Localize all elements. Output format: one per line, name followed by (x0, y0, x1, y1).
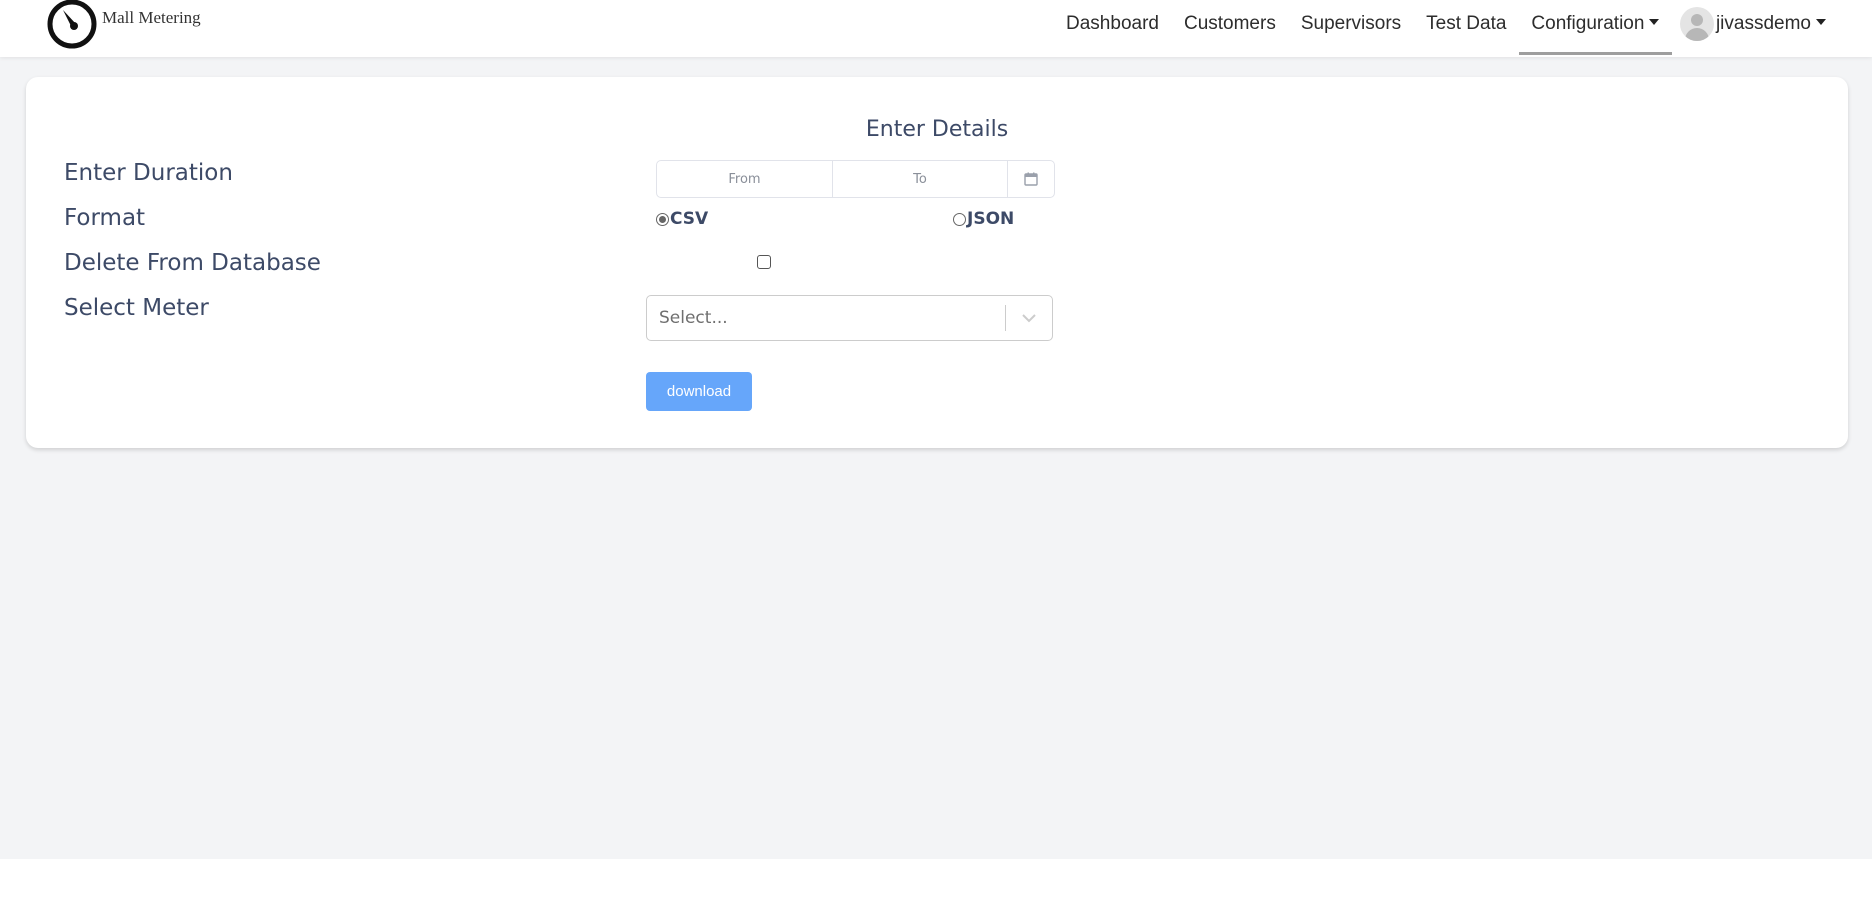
nav-customers[interactable]: Customers (1171, 0, 1288, 57)
format-json-label: JSON (967, 209, 1015, 229)
footer (0, 859, 1872, 897)
form-title: Enter Details (865, 117, 1009, 142)
main-nav: Dashboard Customers Supervisors Test Dat… (1054, 0, 1872, 57)
brand-name: Mall Metering (102, 8, 201, 27)
format-csv-label: CSV (670, 209, 709, 229)
calendar-icon (1024, 172, 1038, 186)
date-from-input[interactable]: From (657, 161, 833, 197)
format-csv-radio[interactable]: CSV (656, 209, 708, 229)
date-range-picker: From To (656, 160, 1055, 198)
duration-label: Enter Duration (64, 160, 233, 186)
radio-unselected-icon (953, 212, 966, 226)
gauge-icon (47, 0, 97, 49)
format-label: Format (64, 205, 146, 231)
delete-label: Delete From Database (64, 250, 321, 276)
format-json-radio[interactable]: JSON (953, 209, 1014, 229)
brand-logo[interactable]: Mall Metering (46, 0, 201, 52)
nav-configuration[interactable]: Configuration (1518, 0, 1672, 57)
date-to-input[interactable]: To (833, 161, 1008, 197)
caret-down-icon (1649, 18, 1660, 25)
nav-configuration-label: Configuration (1531, 12, 1645, 34)
dropdown-toggle[interactable] (1006, 313, 1052, 323)
nav-dashboard[interactable]: Dashboard (1054, 0, 1172, 57)
meter-label: Select Meter (64, 295, 209, 321)
radio-selected-icon (656, 212, 669, 226)
download-button[interactable]: download (646, 372, 752, 411)
calendar-button[interactable] (1008, 161, 1054, 197)
nav-test-data[interactable]: Test Data (1414, 0, 1519, 57)
chevron-down-icon (1022, 314, 1036, 323)
username: jivassdemo (1715, 12, 1811, 34)
nav-supervisors[interactable]: Supervisors (1288, 0, 1413, 57)
top-navbar: Mall Metering Dashboard Customers Superv… (0, 0, 1872, 57)
avatar-icon (1679, 6, 1714, 41)
export-form-card: Enter Details Enter Duration Format Dele… (26, 77, 1848, 448)
user-menu[interactable]: jivassdemo (1672, 0, 1872, 57)
caret-down-icon (1816, 18, 1826, 25)
meter-select[interactable]: Select... (646, 295, 1053, 341)
delete-from-database-checkbox[interactable] (757, 255, 771, 269)
meter-select-placeholder: Select... (659, 308, 728, 328)
